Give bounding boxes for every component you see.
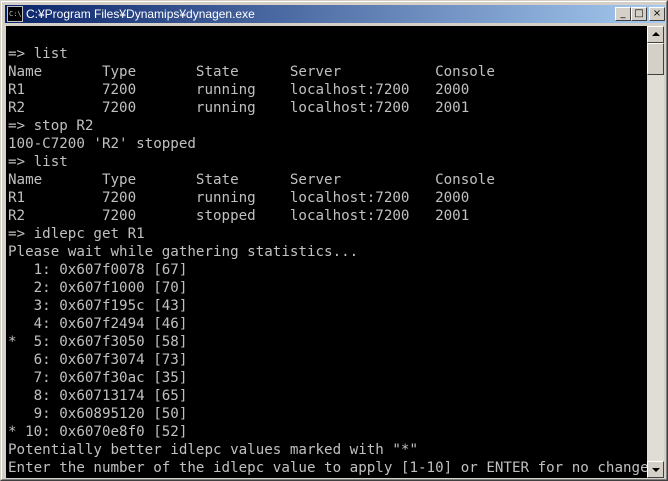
console-line: R2 7200 stopped localhost:7200 2001 bbox=[8, 208, 470, 224]
console-line: R1 7200 running localhost:7200 2000 bbox=[8, 82, 470, 98]
minimize-icon: _ bbox=[620, 8, 626, 19]
console-line: 2: 0x607f1000 [70] bbox=[8, 280, 188, 296]
console-line: R1 7200 running localhost:7200 2000 bbox=[8, 190, 470, 206]
console-line: => idlepc get R1 bbox=[8, 226, 145, 242]
down-arrow-icon bbox=[652, 468, 660, 472]
title-bar[interactable]: C:\ C:¥Program Files¥Dynamips¥dynagen.ex… bbox=[5, 5, 665, 23]
scroll-up-button[interactable] bbox=[647, 26, 664, 43]
console-line: 4: 0x607f2494 [46] bbox=[8, 316, 188, 332]
console-line: Potentially better idlepc values marked … bbox=[8, 442, 418, 458]
console-line: 8: 0x60713174 [65] bbox=[8, 388, 188, 404]
console-line: => list bbox=[8, 154, 68, 170]
window-title: C:¥Program Files¥Dynamips¥dynagen.exe bbox=[26, 7, 255, 21]
console-line: Enter the number of the idlepc value to … bbox=[8, 460, 647, 476]
console-line: 3: 0x607f195c [43] bbox=[8, 298, 188, 314]
console-output[interactable]: => list Name Type State Server Console R1 … bbox=[6, 26, 647, 478]
scroll-down-button[interactable] bbox=[647, 461, 664, 478]
maximize-icon: □ bbox=[634, 8, 644, 19]
scroll-thumb[interactable] bbox=[647, 43, 664, 75]
console-app-icon[interactable]: C:\ bbox=[7, 6, 23, 22]
console-line: => list bbox=[8, 46, 68, 62]
console-line: Name Type State Server Console bbox=[8, 172, 495, 188]
console-line: Name Type State Server Console bbox=[8, 64, 495, 80]
maximize-button[interactable]: □ bbox=[631, 7, 647, 21]
vertical-scrollbar[interactable] bbox=[647, 26, 664, 478]
console-line: * 10: 0x6070e8f0 [52] bbox=[8, 424, 188, 440]
up-arrow-icon bbox=[652, 32, 660, 36]
console-line: 6: 0x607f3074 [73] bbox=[8, 352, 188, 368]
console-line: 7: 0x607f30ac [35] bbox=[8, 370, 188, 386]
window-frame: C:\ C:¥Program Files¥Dynamips¥dynagen.ex… bbox=[1, 1, 667, 480]
console-line: 100-C7200 'R2' stopped bbox=[8, 136, 196, 152]
console-line: 1: 0x607f0078 [67] bbox=[8, 262, 188, 278]
console-line: R2 7200 running localhost:7200 2001 bbox=[8, 100, 470, 116]
console-line: Please wait while gathering statistics..… bbox=[8, 244, 359, 260]
close-button[interactable]: × bbox=[649, 7, 665, 21]
app-icon-label: C:\ bbox=[9, 10, 22, 18]
minimize-button[interactable]: _ bbox=[615, 7, 631, 21]
console-line: => stop R2 bbox=[8, 118, 94, 134]
console-line: 9: 0x60895120 [50] bbox=[8, 406, 188, 422]
close-icon: × bbox=[652, 8, 662, 19]
console-window: C:\ C:¥Program Files¥Dynamips¥dynagen.ex… bbox=[0, 0, 668, 481]
console-line: * 5: 0x607f3050 [58] bbox=[8, 334, 188, 350]
console-lines: => list Name Type State Server Console R1 … bbox=[8, 45, 647, 477]
